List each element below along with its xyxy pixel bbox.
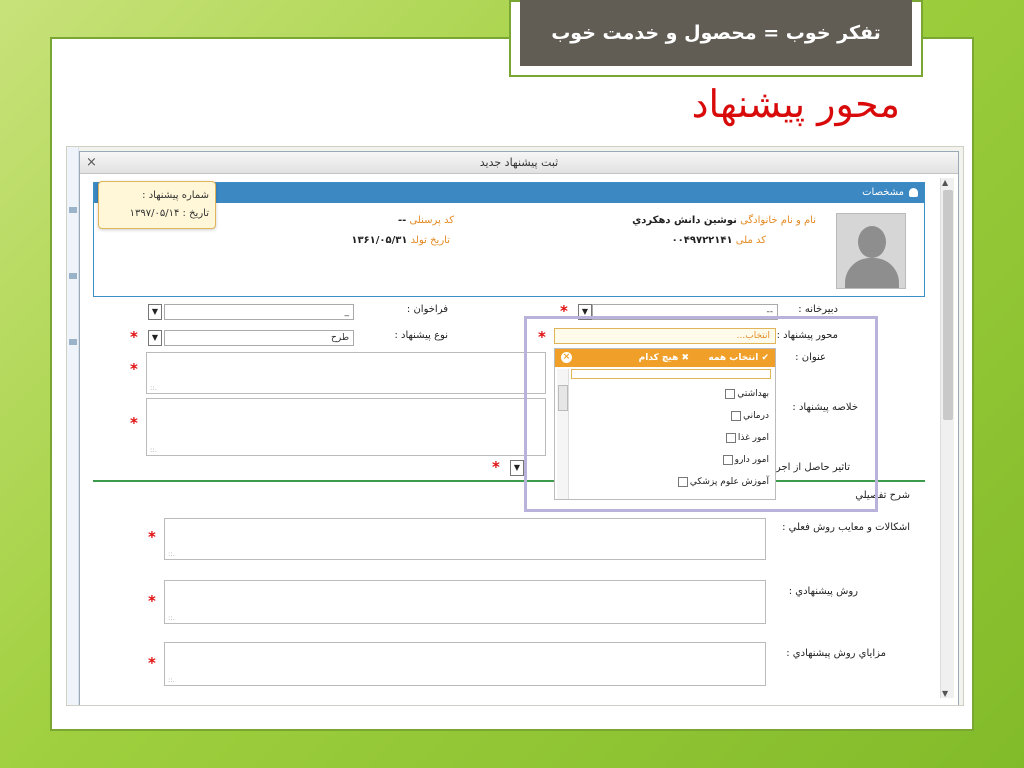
secretariat-label: دبیرخانه : xyxy=(798,304,838,315)
required-mark: * xyxy=(560,302,568,320)
proposal-date-row: تاریخ : ۱۳۹۷/۰۵/۱۴ xyxy=(105,205,209,223)
dropdown-filter-input[interactable] xyxy=(571,369,771,379)
required-mark: * xyxy=(148,654,156,672)
dialog-title: ثبت پیشنهاد جدید xyxy=(479,156,559,169)
type-select[interactable]: طرح xyxy=(164,330,354,346)
effect-label: تاثیر حاصل از اجرا : xyxy=(766,462,850,473)
checkbox[interactable] xyxy=(725,389,736,399)
effect-dropdown-arrow[interactable]: ▼ xyxy=(510,460,524,476)
checkbox[interactable] xyxy=(722,455,733,465)
details-section-title: شرح تفصيلي xyxy=(855,490,910,501)
birth-date-row: تاریخ تولد ۱۳۶۱/۰۵/۳۱ xyxy=(351,235,450,246)
dropdown-option[interactable]: درماني xyxy=(731,411,769,421)
avatar-body xyxy=(845,258,899,288)
name-value: نوشین دانش دهکردي xyxy=(632,215,737,226)
dropdown-option[interactable]: بهداشتي xyxy=(725,389,769,399)
user-icon xyxy=(909,188,918,197)
required-mark: * xyxy=(538,328,546,346)
resize-handle[interactable]: ::. xyxy=(168,676,175,684)
axis-label: محور پیشنهاد : xyxy=(776,330,838,341)
name-row: نام و نام خانوادگی نوشین دانش دهکردي xyxy=(632,215,816,226)
advantages-input[interactable]: ::. xyxy=(164,642,766,686)
advantages-label: مزایاي روش پیشنهادي : xyxy=(786,648,886,659)
call-label: فراخوان : xyxy=(406,304,448,315)
personnel-code-value: -- xyxy=(397,215,407,226)
checkbox[interactable] xyxy=(725,433,736,443)
scroll-thumb[interactable] xyxy=(943,190,953,420)
dropdown-option[interactable]: امور دارو xyxy=(722,455,769,465)
dropdown-scroll-thumb[interactable] xyxy=(558,385,568,411)
select-all-button[interactable]: ✔ انتخاب همه xyxy=(708,349,769,367)
option-label: بهداشتي xyxy=(737,389,769,399)
resize-handle[interactable]: ::. xyxy=(150,384,157,392)
checkbox[interactable] xyxy=(731,411,742,421)
name-label: نام و نام خانوادگی xyxy=(740,215,816,226)
personnel-code-label: کد پرسنلی xyxy=(409,215,454,226)
resize-handle[interactable]: ::. xyxy=(168,550,175,558)
panel-header: مشخصات xyxy=(94,183,924,203)
personnel-code-row: کد پرسنلی -- xyxy=(398,215,454,226)
summary-label: خلاصه پیشنهاد : xyxy=(792,402,858,413)
personal-info-panel: مشخصات نام و نام خانوادگی نوشین دانش دهک… xyxy=(93,181,925,297)
national-code-value: ۰۰۴۹۷۲۲۱۴۱ xyxy=(671,235,733,246)
banner-title: تفکر خوب = محصول و خدمت خوب xyxy=(520,0,912,66)
title-label: عنوان : xyxy=(795,352,826,363)
dropdown-option[interactable]: آموزش علوم پزشکي xyxy=(677,477,769,487)
select-none-button[interactable]: ✖ هیچ کدام xyxy=(639,349,689,367)
resize-handle[interactable]: ::. xyxy=(150,446,157,454)
call-select[interactable]: _ xyxy=(164,304,354,320)
proposed-method-label: روش پیشنهادي : xyxy=(788,586,858,597)
national-code-row: کد ملی ۰۰۴۹۷۲۲۱۴۱ xyxy=(672,235,766,246)
slide-heading: محور پیشنهاد xyxy=(691,82,900,126)
option-label: آموزش علوم پزشکي xyxy=(689,477,769,487)
required-mark: * xyxy=(492,458,500,476)
option-label: امور دارو xyxy=(734,455,769,465)
proposed-method-input[interactable]: ::. xyxy=(164,580,766,624)
scroll-up-icon[interactable]: ▲ xyxy=(942,178,948,187)
new-proposal-dialog: ثبت پیشنهاد جدید × ▲ ▼ مشخصات نام و نام … xyxy=(79,151,959,705)
section-divider xyxy=(93,480,925,482)
required-mark: * xyxy=(130,414,138,432)
required-mark: * xyxy=(148,592,156,610)
dropdown-action-bar: ✔ انتخاب همه ✖ هیچ کدام × xyxy=(555,349,775,367)
required-mark: * xyxy=(148,528,156,546)
resize-handle[interactable]: ::. xyxy=(168,614,175,622)
close-icon[interactable]: × xyxy=(86,152,97,174)
axis-dropdown-list: ✔ انتخاب همه ✖ هیچ کدام × بهداشتي درماني… xyxy=(554,348,776,500)
checkbox[interactable] xyxy=(677,477,688,487)
proposal-number-label: شماره پیشنهاد : xyxy=(142,190,209,201)
panel-header-label: مشخصات xyxy=(862,187,904,198)
proposal-number-note: شماره پیشنهاد : تاریخ : ۱۳۹۷/۰۵/۱۴ xyxy=(98,181,216,229)
type-label: نوع پیشنهاد : xyxy=(394,330,449,341)
problems-label: اشکالات و معایب روش فعلي : xyxy=(782,522,910,533)
type-dropdown-arrow[interactable]: ▼ xyxy=(148,330,162,346)
option-label: درماني xyxy=(743,411,769,421)
title-input[interactable]: ::. xyxy=(146,352,546,394)
option-label: امور غذا xyxy=(737,433,769,443)
required-mark: * xyxy=(130,328,138,346)
dialog-titlebar: ثبت پیشنهاد جدید × xyxy=(80,152,958,174)
required-mark: * xyxy=(130,360,138,378)
axis-select[interactable]: انتخاب... xyxy=(554,328,776,344)
birth-date-label: تاریخ تولد xyxy=(410,235,450,246)
proposal-date-value: ۱۳۹۷/۰۵/۱۴ xyxy=(129,208,180,219)
app-screenshot: ثبت پیشنهاد جدید × ▲ ▼ مشخصات نام و نام … xyxy=(66,146,964,706)
avatar-head xyxy=(858,226,886,258)
scroll-down-icon[interactable]: ▼ xyxy=(942,689,948,698)
summary-input[interactable]: ::. xyxy=(146,398,546,456)
birth-date-value: ۱۳۶۱/۰۵/۳۱ xyxy=(351,235,408,246)
background-page-strip xyxy=(67,147,79,705)
secretariat-dropdown-arrow[interactable]: ▼ xyxy=(578,304,592,320)
problems-input[interactable]: ::. xyxy=(164,518,766,560)
national-code-label: کد ملی xyxy=(735,235,766,246)
secretariat-select[interactable]: -- xyxy=(592,304,778,320)
call-dropdown-arrow[interactable]: ▼ xyxy=(148,304,162,320)
avatar xyxy=(836,213,906,289)
dropdown-option[interactable]: امور غذا xyxy=(725,433,769,443)
dropdown-close-icon[interactable]: × xyxy=(561,352,572,363)
dialog-scrollbar[interactable]: ▲ ▼ xyxy=(940,178,954,698)
dropdown-scrollbar[interactable] xyxy=(557,369,569,499)
proposal-date-label: تاریخ : xyxy=(182,208,209,219)
